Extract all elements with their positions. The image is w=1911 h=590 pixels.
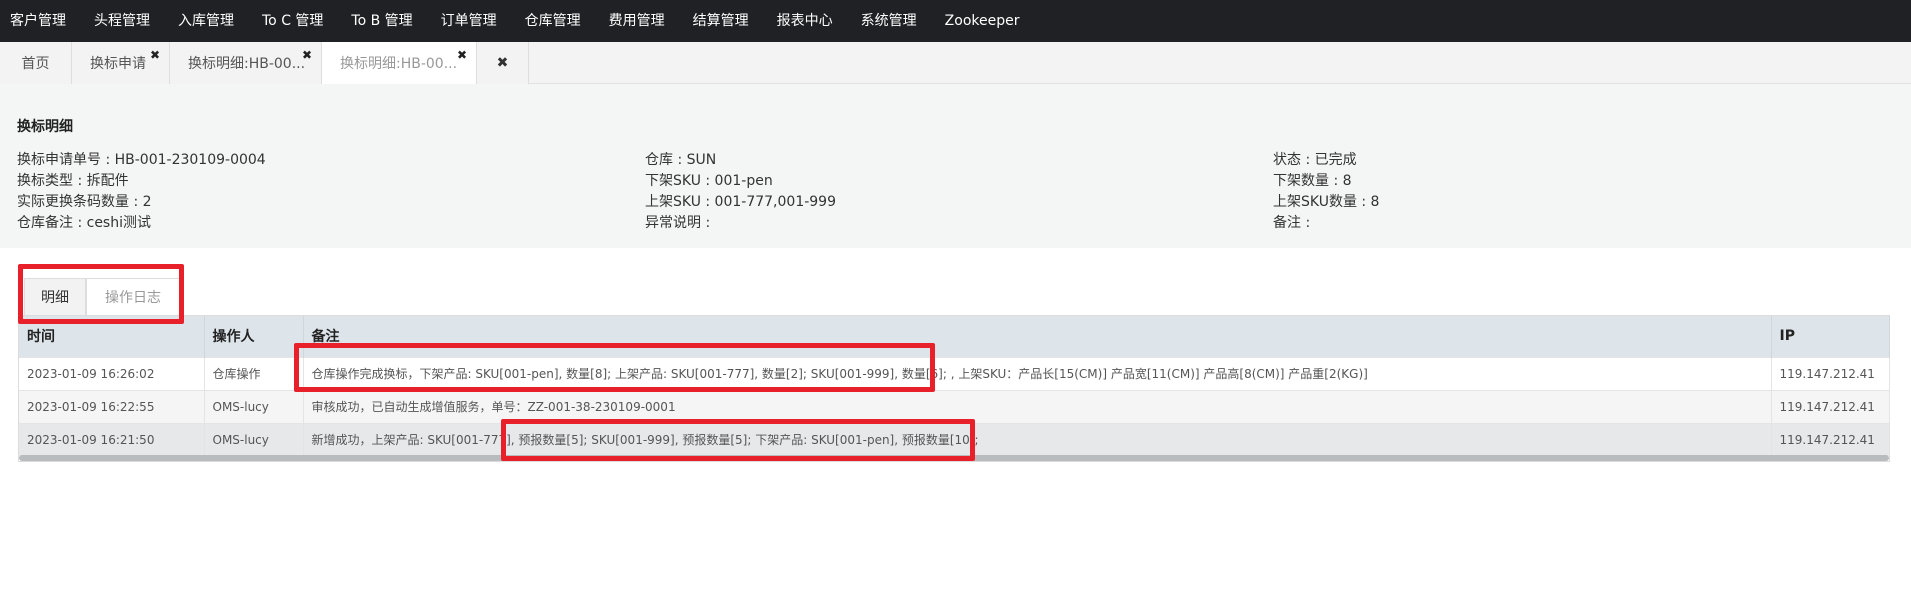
column-header-operator[interactable]: 操作人 — [204, 316, 304, 357]
column-header-remark[interactable]: 备注 — [303, 316, 1772, 357]
relabel-detail-info: 换标明细 换标申请单号 : HB-001-230109-0004 换标类型 : … — [0, 84, 1911, 248]
nav-first-leg[interactable]: 头程管理 — [80, 0, 164, 42]
field-shelve-sku: 上架SKU : 001-777,001-999 — [645, 194, 836, 210]
cell-time: 2023-01-09 16:22:55 — [19, 389, 205, 423]
field-remove-qty: 下架数量 : 8 — [1273, 173, 1352, 189]
field-exception-note: 异常说明 : — [645, 215, 711, 231]
info-column-1: 换标申请单号 : HB-001-230109-0004 换标类型 : 拆配件 实… — [17, 150, 266, 234]
table-row[interactable]: 2023-01-09 16:21:50 OMS-lucy 新增成功，上架产品: … — [19, 422, 1890, 456]
cell-operator: 仓库操作 — [204, 356, 304, 390]
subtab-detail[interactable]: 明细 — [24, 278, 86, 316]
subtab-operation-log[interactable]: 操作日志 — [86, 278, 180, 316]
field-remove-sku: 下架SKU : 001-pen — [645, 173, 773, 189]
tab-home[interactable]: 首页 — [0, 42, 72, 84]
close-icon[interactable]: ✖ — [150, 49, 160, 61]
cell-ip: 119.147.212.41 — [1771, 356, 1890, 390]
cell-ip: 119.147.212.41 — [1771, 422, 1890, 456]
table-header-row: 时间 操作人 备注 IP — [19, 316, 1890, 357]
tab-label: 换标申请 — [90, 56, 146, 72]
cell-operator: OMS-lucy — [204, 389, 304, 423]
info-column-2: 仓库 : SUN 下架SKU : 001-pen 上架SKU : 001-777… — [645, 150, 836, 234]
tab-label: 换标明细:HB-00... — [340, 56, 458, 72]
field-shelve-sku-qty: 上架SKU数量 : 8 — [1273, 194, 1380, 210]
close-icon: ✖ — [496, 55, 509, 71]
field-warehouse: 仓库 : SUN — [645, 152, 717, 168]
tab-bar: 首页 换标申请 ✖ 换标明细:HB-00... ✖ 换标明细:HB-00... … — [0, 42, 1911, 84]
table-row[interactable]: 2023-01-09 16:22:55 OMS-lucy 审核成功，已自动生成增… — [19, 389, 1890, 423]
cell-operator: OMS-lucy — [204, 422, 304, 456]
nav-warehouse[interactable]: 仓库管理 — [511, 0, 595, 42]
cell-time: 2023-01-09 16:21:50 — [19, 422, 205, 456]
horizontal-scrollbar[interactable] — [19, 455, 1889, 461]
info-column-3: 状态 : 已完成 下架数量 : 8 上架SKU数量 : 8 备注 : — [1273, 150, 1379, 234]
nav-inbound[interactable]: 入库管理 — [164, 0, 248, 42]
tab-label: 换标明细:HB-00... — [188, 56, 306, 72]
tab-relabel-detail-1[interactable]: 换标明细:HB-00... ✖ — [170, 42, 322, 84]
tab-relabel-request[interactable]: 换标申请 ✖ — [72, 42, 170, 84]
close-all-tabs-button[interactable]: ✖ — [477, 42, 529, 84]
cell-remark: 仓库操作完成换标，下架产品: SKU[001-pen], 数量[8]; 上架产品… — [303, 356, 1772, 390]
detail-subtabs: 明细 操作日志 — [24, 278, 180, 316]
operation-log-table: 时间 操作人 备注 IP 2023-01-09 16:26:02 仓库操作 仓库… — [18, 315, 1890, 462]
nav-settlement[interactable]: 结算管理 — [679, 0, 763, 42]
table-row[interactable]: 2023-01-09 16:26:02 仓库操作 仓库操作完成换标，下架产品: … — [19, 356, 1890, 390]
nav-fees[interactable]: 费用管理 — [595, 0, 679, 42]
cell-remark: 新增成功，上架产品: SKU[001-777], 预报数量[5]; SKU[00… — [303, 422, 1772, 456]
nav-reports[interactable]: 报表中心 — [763, 0, 847, 42]
column-header-time[interactable]: 时间 — [19, 316, 205, 357]
cell-ip: 119.147.212.41 — [1771, 389, 1890, 423]
section-title: 换标明细 — [17, 119, 73, 135]
field-warehouse-note: 仓库备注 : ceshi测试 — [17, 215, 151, 231]
top-nav: 客户管理 头程管理 入库管理 To C 管理 To B 管理 订单管理 仓库管理… — [0, 0, 1911, 42]
cell-time: 2023-01-09 16:26:02 — [19, 356, 205, 390]
nav-toc[interactable]: To C 管理 — [248, 0, 337, 42]
close-icon[interactable]: ✖ — [457, 49, 467, 61]
tab-relabel-detail-2[interactable]: 换标明细:HB-00... ✖ — [322, 42, 477, 84]
field-status: 状态 : 已完成 — [1273, 152, 1357, 168]
nav-zookeeper[interactable]: Zookeeper — [931, 0, 1034, 42]
field-remark: 备注 : — [1273, 215, 1311, 231]
nav-customer[interactable]: 客户管理 — [0, 0, 80, 42]
nav-system[interactable]: 系统管理 — [847, 0, 931, 42]
field-request-no: 换标申请单号 : HB-001-230109-0004 — [17, 152, 266, 168]
tab-label: 首页 — [21, 56, 50, 72]
nav-tob[interactable]: To B 管理 — [337, 0, 426, 42]
nav-orders[interactable]: 订单管理 — [427, 0, 511, 42]
close-icon[interactable]: ✖ — [302, 49, 312, 61]
field-actual-count: 实际更换条码数量 : 2 — [17, 194, 152, 210]
field-relabel-type: 换标类型 : 拆配件 — [17, 173, 129, 189]
cell-remark: 审核成功，已自动生成增值服务，单号：ZZ-001-38-230109-0001 — [303, 389, 1772, 423]
column-header-ip[interactable]: IP — [1771, 316, 1890, 357]
